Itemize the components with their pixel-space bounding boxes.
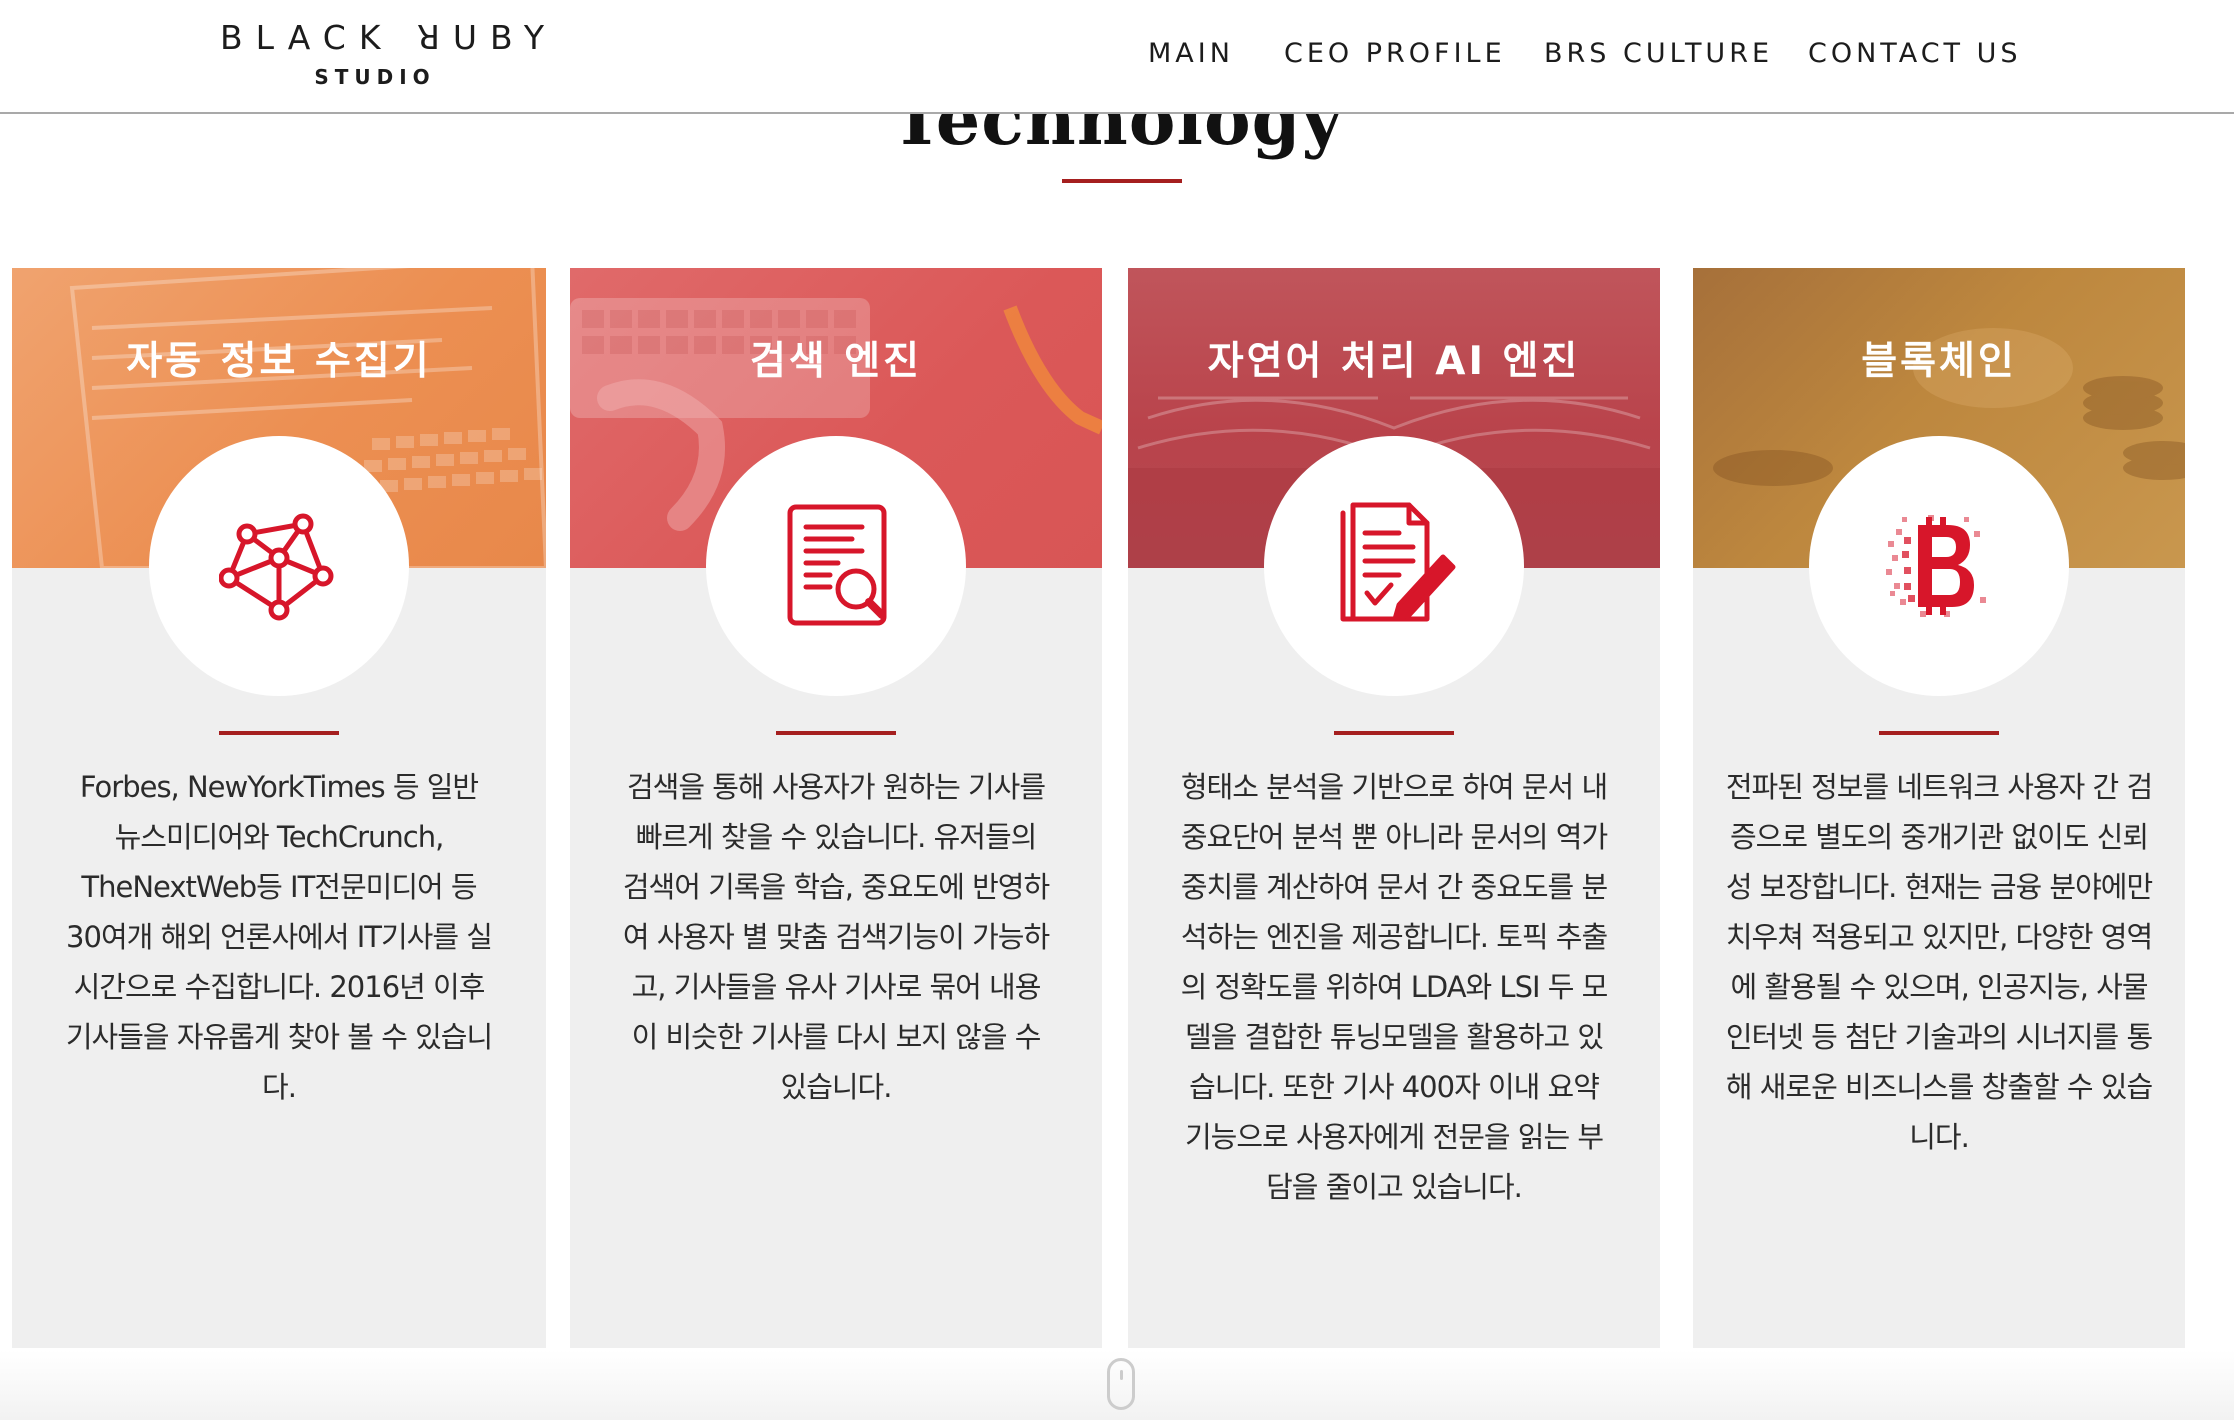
nav-item-ceo-profile[interactable]: CEO PROFILE (1284, 38, 1506, 69)
card-divider (219, 731, 339, 735)
card-divider (1334, 731, 1454, 735)
logo-wordmark: BLACK ꓤUBY (220, 18, 558, 57)
tech-card-blockchain: 블록체인 전파된 정보를 네트워크 사용자 간 검증으로 별도의 중개기관 없이… (1693, 268, 2185, 1348)
card-divider (1879, 731, 1999, 735)
card-description: 검색을 통해 사용자가 원하는 기사를 빠르게 찾을 수 있습니다. 유저들의 … (622, 770, 1050, 1104)
tech-card-data-collector: 자동 정보 수집기 Forbes, NewYorkTimes 등 일반 뉴스미디… (12, 268, 546, 1348)
document-search-icon (787, 504, 887, 626)
card-title: 자연어 처리 AI 엔진 (1207, 339, 1581, 384)
tech-card-nlp-ai-engine: 자연어 처리 AI 엔진 형태소 분석을 기반으로 하여 문서 내 중요단어 분… (1128, 268, 1660, 1348)
logo-subtitle: STUDIO (314, 65, 436, 89)
icon-circle (1264, 436, 1524, 696)
document-edit-icon (1340, 502, 1456, 622)
brand-logo[interactable]: BLACK ꓤUBY STUDIO (220, 18, 558, 89)
nav-item-brs-culture[interactable]: BRS CULTURE (1544, 38, 1773, 69)
nav-item-main[interactable]: MAIN (1148, 38, 1234, 69)
title-underline (1062, 179, 1182, 183)
tech-card-search-engine: 검색 엔진 검색을 통해 사용자가 원하는 기사를 빠르게 찾을 수 있습니다.… (570, 268, 1102, 1348)
icon-circle (706, 436, 966, 696)
card-description: 형태소 분석을 기반으로 하여 문서 내 중요단어 분석 뿐 아니라 문서의 역… (1180, 770, 1609, 1204)
network-graph-icon (219, 513, 334, 621)
bitcoin-icon (1886, 515, 1986, 617)
scroll-mouse-icon[interactable] (1107, 1358, 1135, 1410)
site-header: BLACK ꓤUBY STUDIO MAIN CEO PROFILE BRS C… (0, 0, 2234, 114)
card-title: 자동 정보 수집기 (126, 339, 432, 384)
card-title: 블록체인 (1861, 339, 2017, 384)
card-description: Forbes, NewYorkTimes 등 일반 뉴스미디어와 TechCru… (65, 770, 493, 1104)
card-divider (776, 731, 896, 735)
nav-item-contact-us[interactable]: CONTACT US (1808, 38, 2022, 69)
card-title: 검색 엔진 (749, 339, 923, 384)
icon-circle (149, 436, 409, 696)
card-description: 전파된 정보를 네트워크 사용자 간 검증으로 별도의 중개기관 없이도 신뢰성… (1725, 770, 2153, 1154)
scroll-dot (1120, 1370, 1123, 1380)
icon-circle (1809, 436, 2069, 696)
